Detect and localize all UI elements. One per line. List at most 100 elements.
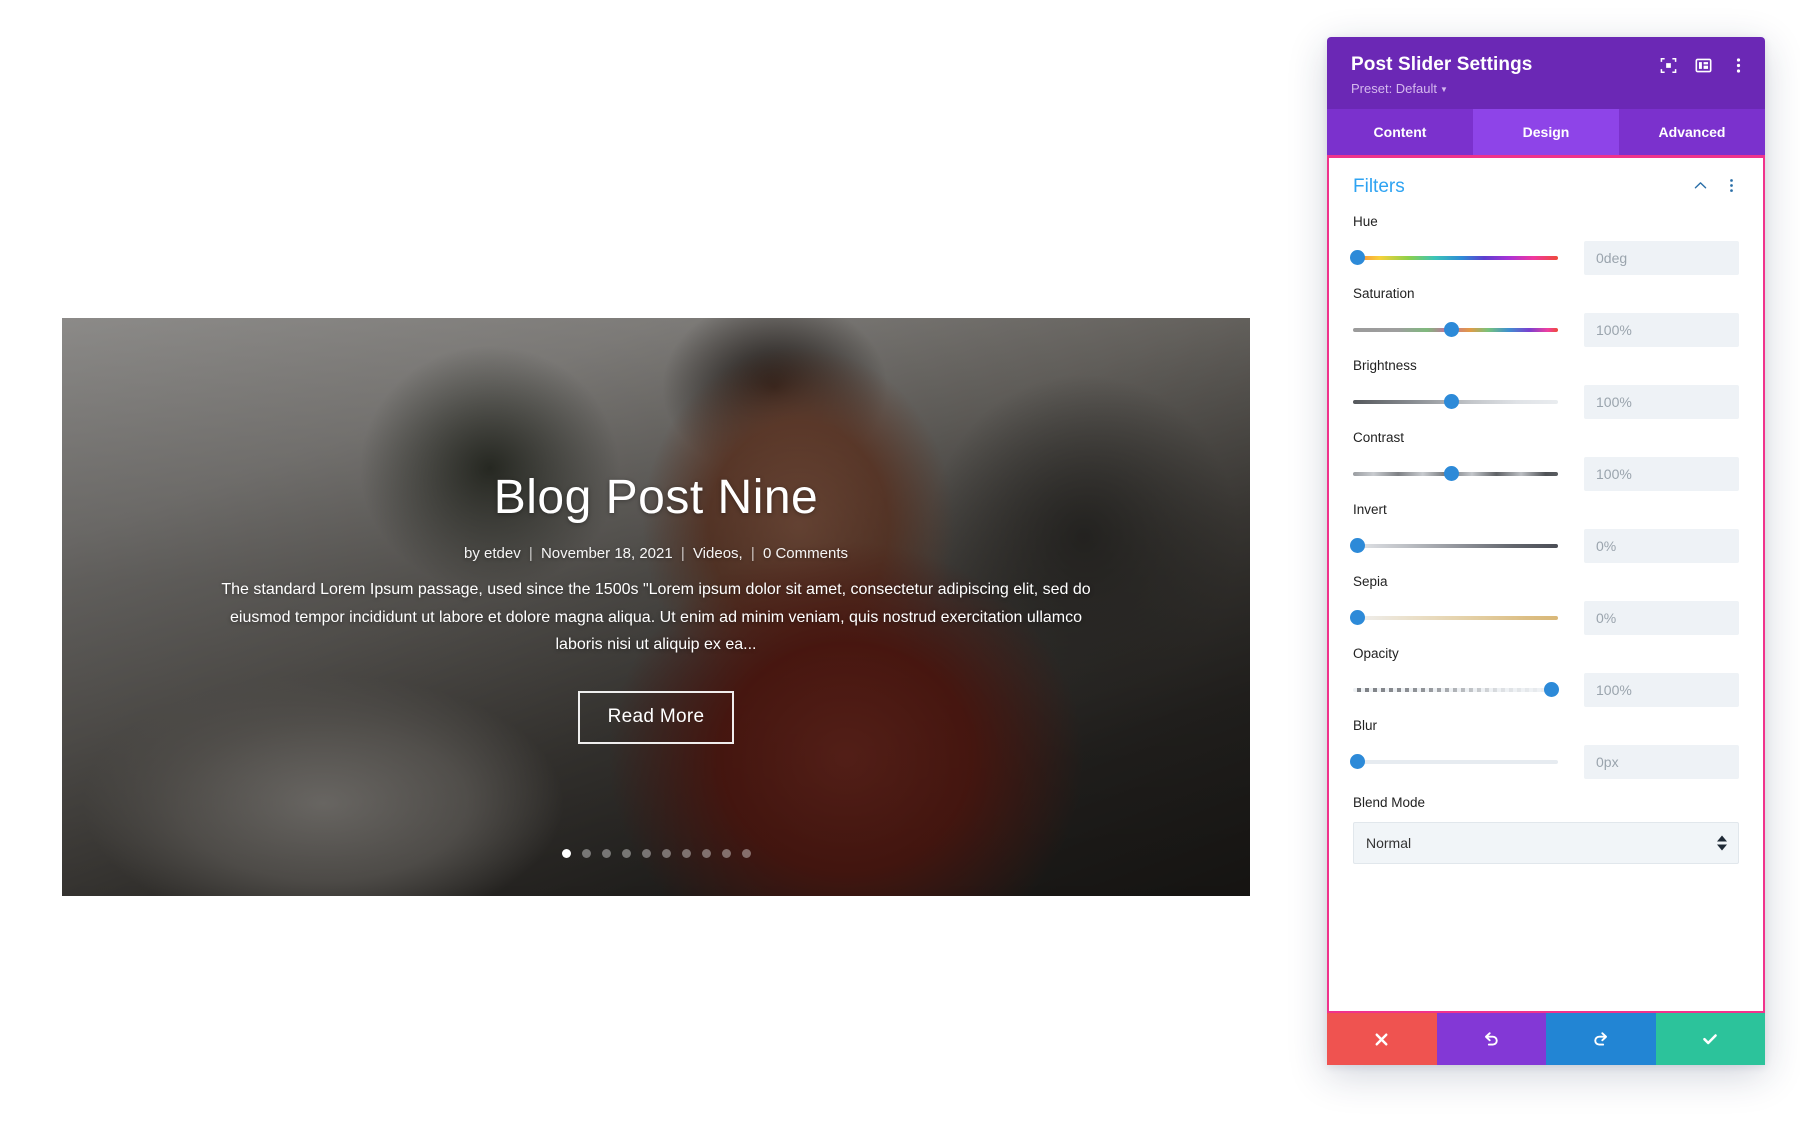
brightness-label: Brightness [1353, 357, 1417, 373]
slider-dot-2[interactable] [581, 849, 591, 858]
sepia-control-row: 0% [1349, 600, 1739, 635]
modal-title: Post Slider Settings [1351, 54, 1533, 75]
slide-meta-author[interactable]: by etdev [464, 545, 521, 562]
slider-dot-4[interactable] [621, 849, 631, 858]
layout-panel-icon[interactable] [1695, 57, 1712, 74]
panel-scrollbar-track[interactable] [1763, 158, 1765, 1011]
opacity-slider-handle[interactable] [1544, 682, 1560, 698]
brightness-control-row: 100% [1353, 384, 1739, 419]
blur-slider-handle[interactable] [1349, 754, 1365, 770]
slider-dot-5[interactable] [641, 849, 651, 858]
slide-content: Blog Post Nine by etdev | November 18, 2… [62, 318, 1250, 896]
invert-slider[interactable] [1349, 537, 1558, 555]
hue-slider-handle[interactable] [1349, 250, 1365, 266]
slider-dot-3[interactable] [601, 849, 611, 858]
section-more-vertical-icon[interactable] [1724, 178, 1739, 196]
brightness-value-input[interactable]: 100% [1584, 384, 1739, 419]
slider-dot-9[interactable] [721, 849, 731, 858]
invert-value-input[interactable]: 0% [1584, 528, 1739, 563]
slide-meta-sep-2: | [680, 545, 685, 563]
blur-slider[interactable] [1349, 753, 1558, 771]
sepia-slider[interactable] [1349, 609, 1558, 627]
opacity-slider-track[interactable] [1353, 687, 1558, 692]
tab-advanced[interactable]: Advanced [1619, 108, 1765, 155]
filter-field-hue: Hue 0deg [1349, 213, 1739, 275]
panel-scrollbar-thumb[interactable] [1763, 503, 1765, 888]
invert-slider-handle[interactable] [1349, 538, 1365, 554]
cancel-button[interactable] [1327, 1013, 1437, 1065]
contrast-value-input[interactable]: 100% [1584, 456, 1739, 491]
filter-field-blur: Blur 0px [1349, 717, 1739, 779]
filter-fields-list: Hue 0deg Saturation 100% Brightness 100% Contr… [1349, 213, 1739, 779]
modal-footer-actions[interactable] [1327, 1013, 1765, 1065]
modal-header-icons [1660, 53, 1747, 74]
modal-header-titles: Post Slider Settings Preset: Default ▼ [1351, 53, 1532, 96]
brightness-slider[interactable] [1353, 393, 1558, 411]
save-button[interactable] [1655, 1013, 1765, 1065]
slide-meta-comments[interactable]: 0 Comments [763, 545, 848, 562]
preset-selector[interactable]: Preset: Default ▼ [1351, 81, 1532, 96]
sepia-label: Sepia [1353, 573, 1388, 589]
blend-mode-label: Blend Mode [1353, 794, 1426, 810]
blur-label: Blur [1353, 717, 1378, 733]
post-slider-settings-modal[interactable]: Post Slider Settings Preset: Default ▼ C… [1327, 37, 1765, 1065]
contrast-label: Contrast [1353, 429, 1405, 445]
sepia-slider-handle[interactable] [1349, 610, 1365, 626]
invert-slider-track[interactable] [1353, 543, 1558, 548]
slider-dot-1[interactable] [561, 849, 571, 858]
contrast-slider[interactable] [1353, 465, 1558, 483]
brightness-slider-handle[interactable] [1443, 394, 1459, 410]
blend-mode-select[interactable]: Normal [1353, 821, 1739, 864]
saturation-label: Saturation [1353, 285, 1415, 301]
check-icon [1701, 1030, 1719, 1048]
opacity-slider[interactable] [1353, 681, 1560, 699]
saturation-slider[interactable] [1353, 321, 1558, 339]
slider-dot-8[interactable] [701, 849, 711, 858]
more-vertical-icon[interactable] [1730, 57, 1747, 74]
saturation-slider-handle[interactable] [1443, 322, 1459, 338]
section-tools [1693, 178, 1739, 196]
sepia-slider-track[interactable] [1353, 615, 1558, 620]
modal-tabs[interactable]: Content Design Advanced [1327, 108, 1765, 155]
blur-slider-track[interactable] [1353, 759, 1558, 764]
blend-mode-select-wrap[interactable]: Normal [1353, 821, 1739, 864]
chevron-up-icon[interactable] [1693, 178, 1708, 196]
contrast-slider-handle[interactable] [1443, 466, 1459, 482]
sepia-value-input[interactable]: 0% [1584, 600, 1739, 635]
blur-value-input[interactable]: 0px [1584, 744, 1739, 779]
blend-mode-field: Blend Mode Normal [1353, 795, 1739, 864]
hue-slider[interactable] [1349, 249, 1558, 267]
slide-excerpt: The standard Lorem Ipsum passage, used s… [221, 581, 1091, 654]
slider-dot-6[interactable] [661, 849, 671, 858]
filter-field-saturation: Saturation 100% [1353, 286, 1739, 347]
hue-label: Hue [1353, 213, 1378, 229]
slider-dot-7[interactable] [681, 849, 691, 858]
chevron-down-icon: ▼ [1440, 84, 1448, 94]
read-more-button[interactable]: Read More [577, 690, 735, 744]
invert-control-row: 0% [1349, 528, 1739, 563]
slider-dot-10[interactable] [741, 849, 751, 858]
opacity-label: Opacity [1353, 645, 1399, 661]
slide-meta-sep-1: | [528, 545, 533, 563]
opacity-value-input[interactable]: 100% [1584, 672, 1739, 707]
filter-field-opacity: Opacity 100% [1353, 646, 1739, 707]
slide-meta-category[interactable]: Videos, [693, 545, 743, 562]
post-slider-module[interactable]: Blog Post Nine by etdev | November 18, 2… [62, 318, 1250, 896]
focus-icon[interactable] [1660, 57, 1677, 74]
filter-field-contrast: Contrast 100% [1353, 430, 1739, 491]
preset-label: Preset: Default [1351, 80, 1437, 96]
hue-slider-track[interactable] [1353, 255, 1558, 260]
undo-icon [1482, 1030, 1500, 1048]
undo-button[interactable] [1436, 1013, 1546, 1065]
tab-design[interactable]: Design [1473, 108, 1619, 155]
tab-content[interactable]: Content [1327, 108, 1473, 155]
saturation-control-row: 100% [1353, 312, 1739, 347]
hue-value-input[interactable]: 0deg [1584, 240, 1739, 275]
filters-section-header: Filters [1353, 176, 1739, 198]
saturation-value-input[interactable]: 100% [1584, 312, 1739, 347]
redo-button[interactable] [1546, 1013, 1656, 1065]
blur-control-row: 0px [1349, 744, 1739, 779]
modal-header: Post Slider Settings Preset: Default ▼ [1327, 37, 1765, 109]
slider-pagination-dots[interactable] [62, 849, 1250, 858]
slide-meta-date: November 18, 2021 [540, 545, 673, 563]
